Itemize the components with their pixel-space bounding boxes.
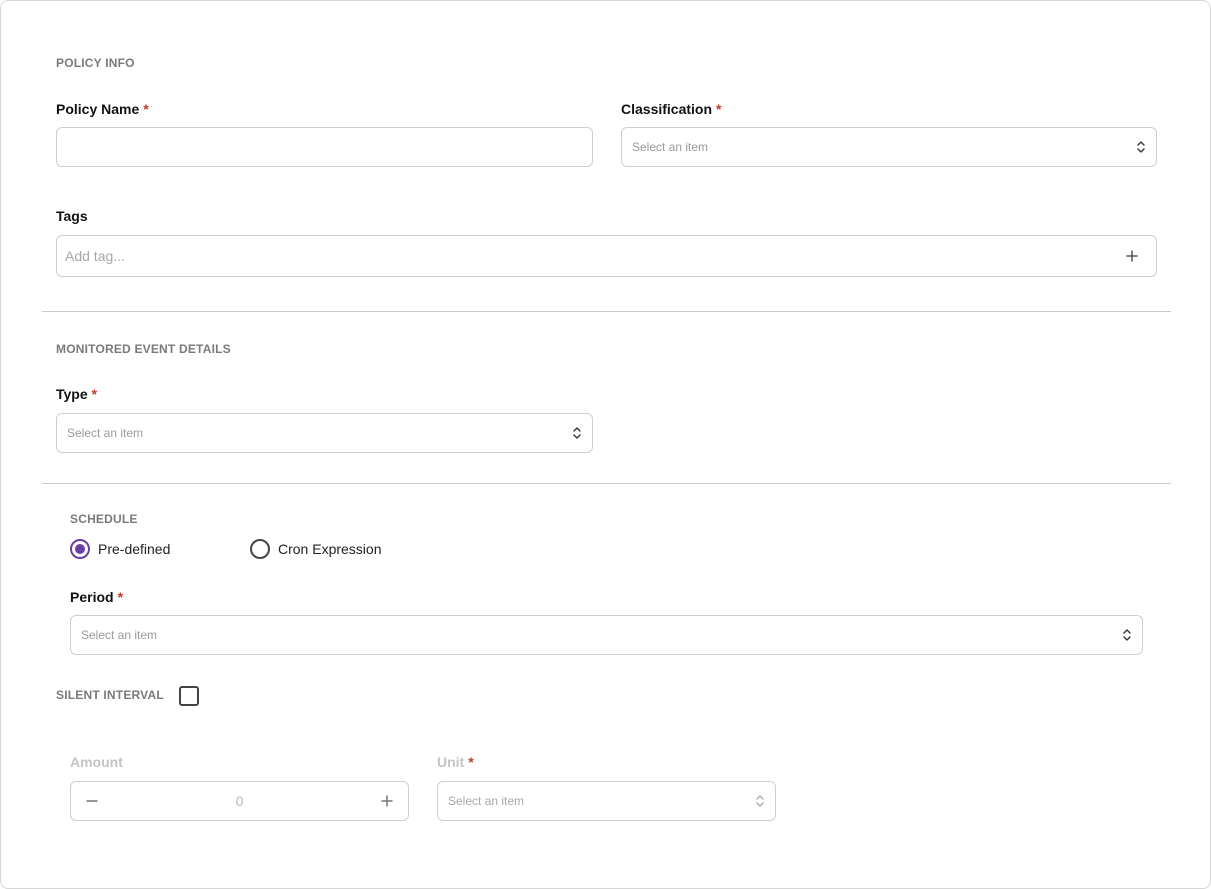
- classification-label: Classification *: [621, 101, 721, 117]
- required-mark: *: [468, 754, 474, 770]
- schedule-option-cron[interactable]: Cron Expression: [250, 539, 382, 559]
- cron-expression-label: Cron Expression: [278, 541, 382, 557]
- policy-name-label: Policy Name *: [56, 101, 149, 117]
- amount-stepper[interactable]: 0: [70, 781, 409, 821]
- chevron-up-down-icon: [1123, 629, 1131, 641]
- unit-placeholder: Select an item: [448, 794, 525, 808]
- period-label: Period *: [70, 589, 123, 605]
- classification-select[interactable]: Select an item: [621, 127, 1157, 167]
- monitored-event-section-title: MONITORED EVENT DETAILS: [56, 342, 231, 356]
- classification-label-text: Classification: [621, 101, 713, 117]
- policy-name-label-text: Policy Name: [56, 101, 140, 117]
- unit-label-text: Unit: [437, 754, 465, 770]
- radio-button[interactable]: [250, 539, 270, 559]
- type-placeholder: Select an item: [67, 426, 144, 440]
- period-placeholder: Select an item: [81, 628, 158, 642]
- tags-label: Tags: [56, 208, 88, 224]
- unit-label: Unit *: [437, 754, 474, 770]
- schedule-option-predefined[interactable]: Pre-defined: [70, 539, 170, 559]
- tags-input[interactable]: [65, 248, 1126, 264]
- policy-form-card: POLICY INFO Policy Name * Classification *…: [0, 0, 1211, 889]
- add-tag-icon[interactable]: [1126, 250, 1138, 262]
- silent-interval-checkbox[interactable]: [179, 686, 199, 706]
- section-divider: [42, 311, 1171, 312]
- chevron-up-down-icon: [1137, 141, 1145, 153]
- policy-name-input[interactable]: [56, 127, 593, 167]
- chevron-up-down-icon: [573, 427, 581, 439]
- type-label-text: Type: [56, 386, 88, 402]
- section-divider: [42, 483, 1171, 484]
- required-mark: *: [91, 386, 98, 402]
- chevron-up-down-icon: [756, 795, 764, 807]
- silent-interval-section-title: SILENT INTERVAL: [56, 688, 164, 702]
- amount-value[interactable]: 0: [236, 793, 244, 809]
- plus-icon[interactable]: [380, 794, 394, 808]
- required-mark: *: [143, 101, 149, 117]
- predefined-label: Pre-defined: [98, 541, 171, 557]
- type-label: Type *: [56, 386, 97, 402]
- type-select[interactable]: Select an item: [56, 413, 593, 453]
- required-mark: *: [117, 589, 124, 605]
- tags-input-wrapper: [56, 235, 1157, 277]
- required-mark: *: [716, 101, 722, 117]
- radio-button-checked[interactable]: [70, 539, 90, 559]
- amount-label: Amount: [70, 754, 123, 770]
- classification-placeholder: Select an item: [632, 140, 709, 154]
- minus-icon[interactable]: [85, 794, 99, 808]
- schedule-section-title: SCHEDULE: [70, 512, 138, 526]
- period-select[interactable]: Select an item: [70, 615, 1143, 655]
- policy-info-section-title: POLICY INFO: [56, 56, 135, 70]
- unit-select[interactable]: Select an item: [437, 781, 776, 821]
- period-label-text: Period: [70, 589, 114, 605]
